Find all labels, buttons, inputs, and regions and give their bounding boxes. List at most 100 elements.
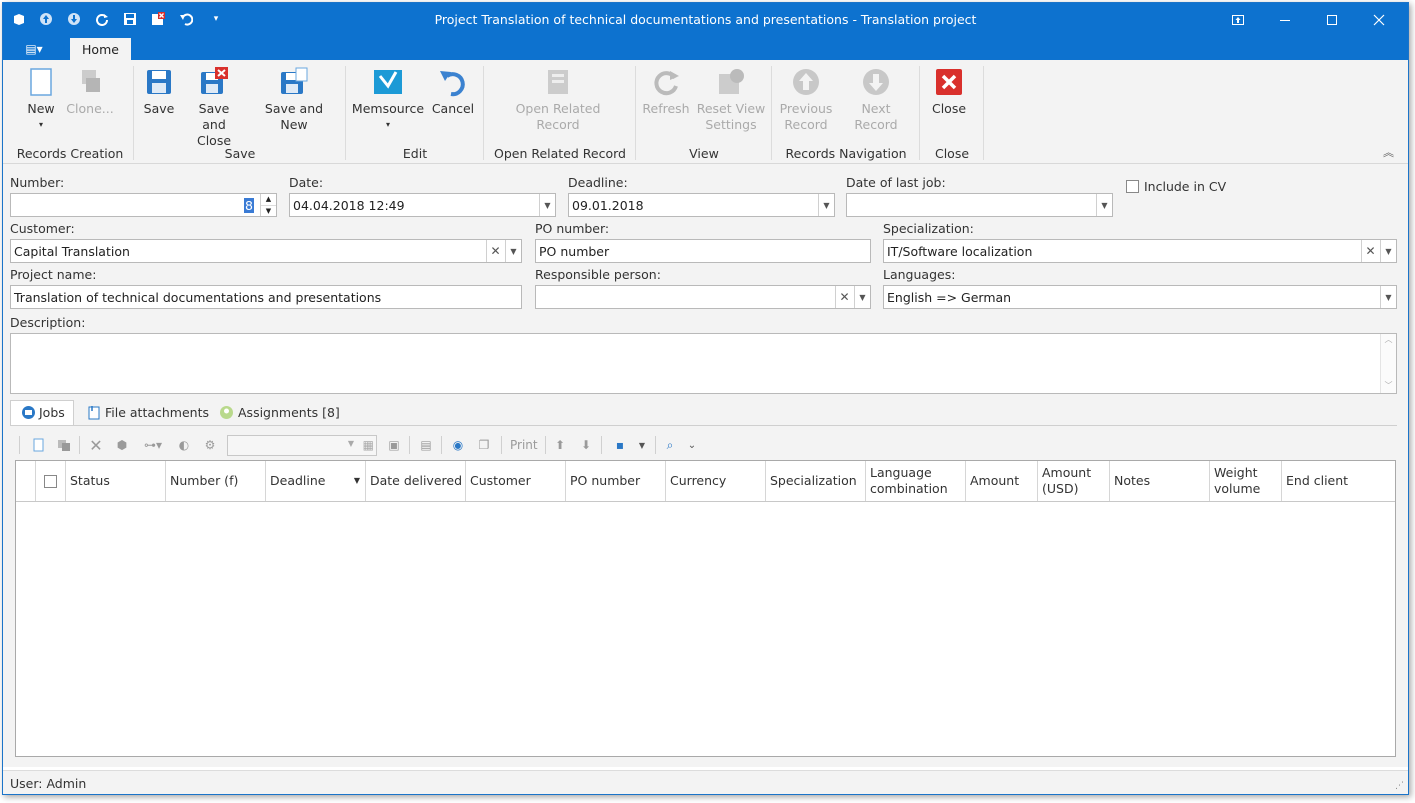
spin-down-icon[interactable]: ▼ <box>261 206 276 217</box>
column-header[interactable]: Amount (USD) <box>1038 461 1110 501</box>
refresh-label: Refresh <box>642 101 690 116</box>
layout-icon[interactable]: ❐ <box>475 436 493 454</box>
number-spin-edit[interactable]: 8 ▲ ▼ <box>10 193 277 217</box>
save-button[interactable]: Save <box>142 66 176 117</box>
save-and-close-button[interactable]: Save and Close <box>185 66 243 149</box>
delete-icon[interactable]: ✕ <box>87 436 105 455</box>
last-job-dropdown-icon[interactable]: ▼ <box>1096 194 1112 216</box>
column-header[interactable]: Currency <box>666 461 766 501</box>
responsible-dropdown-icon[interactable]: ▼ <box>854 286 870 308</box>
languages-field[interactable]: English => German ▼ <box>883 285 1397 309</box>
project-name-value: Translation of technical documentations … <box>14 290 382 305</box>
tab-home[interactable]: Home <box>70 38 131 60</box>
number-spinner[interactable]: ▲ ▼ <box>260 194 276 216</box>
previous-label-2: Record <box>784 117 828 132</box>
memsource-button[interactable]: Memsource ▾ <box>352 66 424 133</box>
po-number-input[interactable]: PO number <box>535 239 871 263</box>
close-button[interactable]: Close <box>929 66 969 117</box>
copy-row-icon[interactable] <box>55 436 73 454</box>
tab-jobs[interactable]: Jobs <box>21 400 65 424</box>
new-dropdown-arrow[interactable]: ▾ <box>39 117 43 133</box>
column-header[interactable]: PO number <box>566 461 666 501</box>
number-value: 8 <box>244 198 254 213</box>
project-name-input[interactable]: Translation of technical documentations … <box>10 285 522 309</box>
paint-icon[interactable]: ◉ <box>449 436 467 454</box>
filter-dropdown-icon[interactable]: ▼ <box>348 439 354 448</box>
deadline-field[interactable]: 09.01.2018 ▼ <box>568 193 835 217</box>
memsource-dropdown-arrow[interactable]: ▾ <box>386 117 390 133</box>
description-label: Description: <box>10 315 86 330</box>
new-row-icon[interactable] <box>29 436 47 454</box>
column-header[interactable]: Amount <box>966 461 1038 501</box>
close-window-icon[interactable] <box>1356 3 1402 36</box>
languages-dropdown-icon[interactable]: ▼ <box>1380 286 1396 308</box>
archive-icon[interactable]: ▣ <box>385 436 403 454</box>
restore-down-icon[interactable] <box>1215 3 1261 36</box>
cancel-label: Cancel <box>431 101 475 116</box>
reset-view-settings-button[interactable]: Reset View Settings <box>696 66 766 133</box>
arrow-up-icon[interactable]: ⬆ <box>551 436 569 454</box>
minimize-icon[interactable] <box>1262 3 1308 36</box>
clear-specialization-icon[interactable]: ✕ <box>1361 240 1379 262</box>
clear-customer-icon[interactable]: ✕ <box>486 240 504 262</box>
date-of-last-job-field[interactable]: ▼ <box>846 193 1113 217</box>
scroll-up-icon[interactable]: ︿ <box>1381 334 1396 345</box>
link-icon[interactable]: ⬢ <box>113 436 131 454</box>
cancel-button[interactable]: Cancel <box>431 66 475 117</box>
new-button[interactable]: New ▾ <box>21 66 61 133</box>
specialization-lookup[interactable]: IT/Software localization ✕ ▼ <box>883 239 1397 263</box>
responsible-person-lookup[interactable]: ✕ ▼ <box>535 285 871 309</box>
toolbar-separator <box>655 436 656 454</box>
status-icon[interactable]: ◐ <box>175 436 193 454</box>
column-header[interactable]: Date delivered <box>366 461 466 501</box>
next-record-button[interactable]: Next Record <box>839 66 913 133</box>
reset-view-icon <box>719 69 744 94</box>
date-dropdown-icon[interactable]: ▼ <box>539 194 555 216</box>
description-textarea[interactable]: ︿ ﹀ <box>10 333 1397 394</box>
print-button[interactable]: Print <box>510 438 538 452</box>
column-header[interactable]: Notes <box>1110 461 1210 501</box>
refresh-button[interactable]: Refresh <box>642 66 690 117</box>
export-icon[interactable]: ▤ <box>417 436 435 454</box>
select-all-checkbox[interactable] <box>44 474 57 488</box>
find-icon[interactable]: ⌕ <box>661 436 679 454</box>
customer-dropdown-icon[interactable]: ▼ <box>505 240 521 262</box>
column-header[interactable]: Customer <box>466 461 566 501</box>
resize-grip-icon[interactable]: ⋰ <box>1395 781 1404 791</box>
settings-icon[interactable]: ⚙ <box>201 436 219 454</box>
column-header[interactable]: Status <box>66 461 166 501</box>
column-header[interactable]: End client <box>1282 461 1395 501</box>
clear-responsible-icon[interactable]: ✕ <box>835 286 853 308</box>
clone-label: Clone... <box>66 101 114 116</box>
unlink-icon[interactable]: ⊶▾ <box>139 436 167 454</box>
save-and-new-button[interactable]: Save and New <box>251 66 337 133</box>
save-layout-icon[interactable]: ▪ <box>611 436 629 454</box>
description-scrollbar[interactable]: ︿ ﹀ <box>1380 334 1396 393</box>
arrow-down-icon[interactable]: ⬇ <box>577 436 595 454</box>
column-header[interactable]: Specialization <box>766 461 866 501</box>
more-icon[interactable]: ⌄ <box>683 436 701 454</box>
maximize-icon[interactable] <box>1309 3 1355 36</box>
calendar-icon[interactable]: ▦ <box>363 438 374 452</box>
tab-assignments[interactable]: Assignments [8] <box>219 400 340 424</box>
clone-button[interactable]: Clone... <box>66 66 114 117</box>
column-header[interactable]: Number (f) <box>166 461 266 501</box>
app-menu-button[interactable]: ▤▾ <box>17 40 51 58</box>
column-header[interactable]: Language combination <box>866 461 966 501</box>
customer-lookup[interactable]: Capital Translation ✕ ▼ <box>10 239 522 263</box>
specialization-dropdown-icon[interactable]: ▼ <box>1380 240 1396 262</box>
floppy-icon <box>147 70 171 94</box>
collapse-ribbon-icon[interactable]: ︽ <box>1383 144 1394 160</box>
spin-up-icon[interactable]: ▲ <box>261 194 276 206</box>
open-related-record-button[interactable]: Open Related Record <box>515 66 601 133</box>
save-layout-dropdown-icon[interactable]: ▼ <box>633 436 651 454</box>
deadline-dropdown-icon[interactable]: ▼ <box>818 194 834 216</box>
filter-combo[interactable]: ▼ ▦ <box>227 435 377 456</box>
column-header-deadline[interactable]: Deadline ▼ <box>266 461 366 501</box>
tab-file-attachments[interactable]: File attachments <box>87 400 209 424</box>
previous-record-button[interactable]: Previous Record <box>779 66 833 133</box>
include-in-cv-checkbox[interactable] <box>1126 180 1139 193</box>
date-field[interactable]: 04.04.2018 12:49 ▼ <box>289 193 556 217</box>
scroll-down-icon[interactable]: ﹀ <box>1381 380 1396 391</box>
column-header[interactable]: Weight volume <box>1210 461 1282 501</box>
